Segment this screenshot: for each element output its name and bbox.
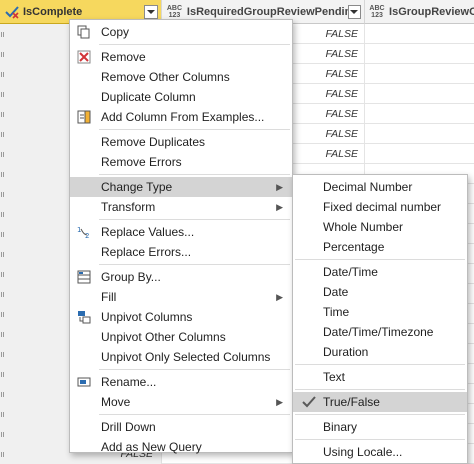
column-context-menu: Copy Remove Remove Other Columns Duplica… <box>69 19 293 454</box>
copy-icon <box>76 24 92 40</box>
type-duration[interactable]: Duration <box>293 342 467 362</box>
cell-isgroupreviewop[interactable] <box>365 144 474 164</box>
row-marker-icon <box>1 372 4 377</box>
type-date[interactable]: Date <box>293 282 467 302</box>
menu-item-replace-values[interactable]: 12 Replace Values... <box>70 222 292 242</box>
menu-item-unpivot-only-selected-columns[interactable]: Unpivot Only Selected Columns <box>70 347 292 367</box>
chevron-down-icon[interactable] <box>144 4 158 19</box>
row-marker-icon <box>1 292 4 297</box>
type-text[interactable]: Text <box>293 367 467 387</box>
column-title: IsComplete <box>23 5 83 18</box>
cell-isgroupreviewop[interactable] <box>365 124 474 144</box>
cell-isgroupreviewop[interactable] <box>365 84 474 104</box>
menu-item-add-column-from-examples[interactable]: Add Column From Examples... <box>70 107 292 127</box>
row-marker-icon <box>1 152 4 157</box>
type-decimal-number[interactable]: Decimal Number <box>293 177 467 197</box>
menu-separator <box>295 389 465 390</box>
chevron-right-icon: ▶ <box>276 182 283 192</box>
menu-separator <box>99 369 290 370</box>
menu-item-fill[interactable]: Fill ▶ <box>70 287 292 307</box>
row-marker-icon <box>1 392 4 397</box>
type-using-locale[interactable]: Using Locale... <box>293 442 467 462</box>
row-marker-icon <box>1 132 4 137</box>
column-header-isgroupreviewop[interactable]: ABC 123 IsGroupReviewOp <box>365 0 474 24</box>
menu-separator <box>295 364 465 365</box>
menu-item-remove-duplicates[interactable]: Remove Duplicates <box>70 132 292 152</box>
row-marker-icon <box>1 112 4 117</box>
type-binary[interactable]: Binary <box>293 417 467 437</box>
row-marker-icon <box>1 172 4 177</box>
menu-separator <box>99 44 290 45</box>
row-marker-icon <box>1 432 4 437</box>
cell-isgroupreviewop[interactable] <box>365 44 474 64</box>
chevron-down-icon[interactable] <box>347 4 361 19</box>
menu-separator <box>295 439 465 440</box>
type-fixed-decimal-number[interactable]: Fixed decimal number <box>293 197 467 217</box>
abc-123-type-icon[interactable]: ABC 123 <box>166 5 183 19</box>
chevron-right-icon: ▶ <box>276 397 283 407</box>
menu-separator <box>99 174 290 175</box>
row-marker-icon <box>1 252 4 257</box>
menu-item-remove[interactable]: Remove <box>70 47 292 67</box>
checkmark-icon <box>301 394 317 416</box>
chevron-right-icon: ▶ <box>276 202 283 212</box>
svg-text:2: 2 <box>85 232 89 239</box>
menu-separator <box>99 219 290 220</box>
change-type-submenu: Decimal Number Fixed decimal number Whol… <box>292 174 468 464</box>
menu-item-replace-errors[interactable]: Replace Errors... <box>70 242 292 262</box>
chevron-right-icon: ▶ <box>276 292 283 302</box>
rename-icon <box>76 374 92 390</box>
menu-item-unpivot-columns[interactable]: Unpivot Columns <box>70 307 292 327</box>
row-marker-icon <box>1 192 4 197</box>
column-title: IsRequiredGroupReviewPending <box>186 5 348 18</box>
column-title: IsGroupReviewOp <box>389 5 474 18</box>
type-whole-number[interactable]: Whole Number <box>293 217 467 237</box>
row-marker-icon <box>1 92 4 97</box>
type-date-time[interactable]: Date/Time <box>293 262 467 282</box>
menu-item-remove-other-columns[interactable]: Remove Other Columns <box>70 67 292 87</box>
menu-item-unpivot-other-columns[interactable]: Unpivot Other Columns <box>70 327 292 347</box>
row-marker-icon <box>1 312 4 317</box>
row-marker-icon <box>1 272 4 277</box>
row-marker-icon <box>1 352 4 357</box>
menu-item-change-type[interactable]: Change Type ▶ <box>70 177 292 197</box>
true-false-type-icon[interactable] <box>4 4 20 20</box>
type-date-time-timezone[interactable]: Date/Time/Timezone <box>293 322 467 342</box>
row-marker-icon <box>1 52 4 57</box>
menu-item-copy[interactable]: Copy <box>70 22 292 42</box>
menu-separator <box>295 259 465 260</box>
add-column-icon <box>76 109 92 125</box>
menu-separator <box>99 264 290 265</box>
unpivot-icon <box>76 309 92 325</box>
row-marker-icon <box>1 412 4 417</box>
row-marker-icon <box>1 232 4 237</box>
menu-item-transform[interactable]: Transform ▶ <box>70 197 292 217</box>
row-marker-icon <box>1 212 4 217</box>
abc-123-type-icon[interactable]: ABC 123 <box>369 5 385 19</box>
menu-item-remove-errors[interactable]: Remove Errors <box>70 152 292 172</box>
type-true-false[interactable]: True/False <box>293 392 467 412</box>
row-marker-icon <box>1 32 4 37</box>
group-by-icon <box>76 269 92 285</box>
menu-separator <box>99 414 290 415</box>
cell-isgroupreviewop[interactable] <box>365 104 474 124</box>
menu-separator <box>99 129 290 130</box>
cell-isgroupreviewop[interactable] <box>365 24 474 44</box>
menu-item-rename[interactable]: Rename... <box>70 372 292 392</box>
type-percentage[interactable]: Percentage <box>293 237 467 257</box>
menu-item-group-by[interactable]: Group By... <box>70 267 292 287</box>
row-marker-icon <box>1 452 4 457</box>
menu-item-move[interactable]: Move ▶ <box>70 392 292 412</box>
menu-item-add-as-new-query[interactable]: Add as New Query <box>70 437 292 457</box>
menu-separator <box>295 414 465 415</box>
remove-x-icon <box>76 49 92 65</box>
row-marker-icon <box>1 332 4 337</box>
cell-isgroupreviewop[interactable] <box>365 64 474 84</box>
menu-item-drill-down[interactable]: Drill Down <box>70 417 292 437</box>
menu-item-duplicate-column[interactable]: Duplicate Column <box>70 87 292 107</box>
svg-text:1: 1 <box>77 226 81 234</box>
type-time[interactable]: Time <box>293 302 467 322</box>
row-marker-icon <box>1 72 4 77</box>
replace-values-icon: 12 <box>76 224 92 240</box>
